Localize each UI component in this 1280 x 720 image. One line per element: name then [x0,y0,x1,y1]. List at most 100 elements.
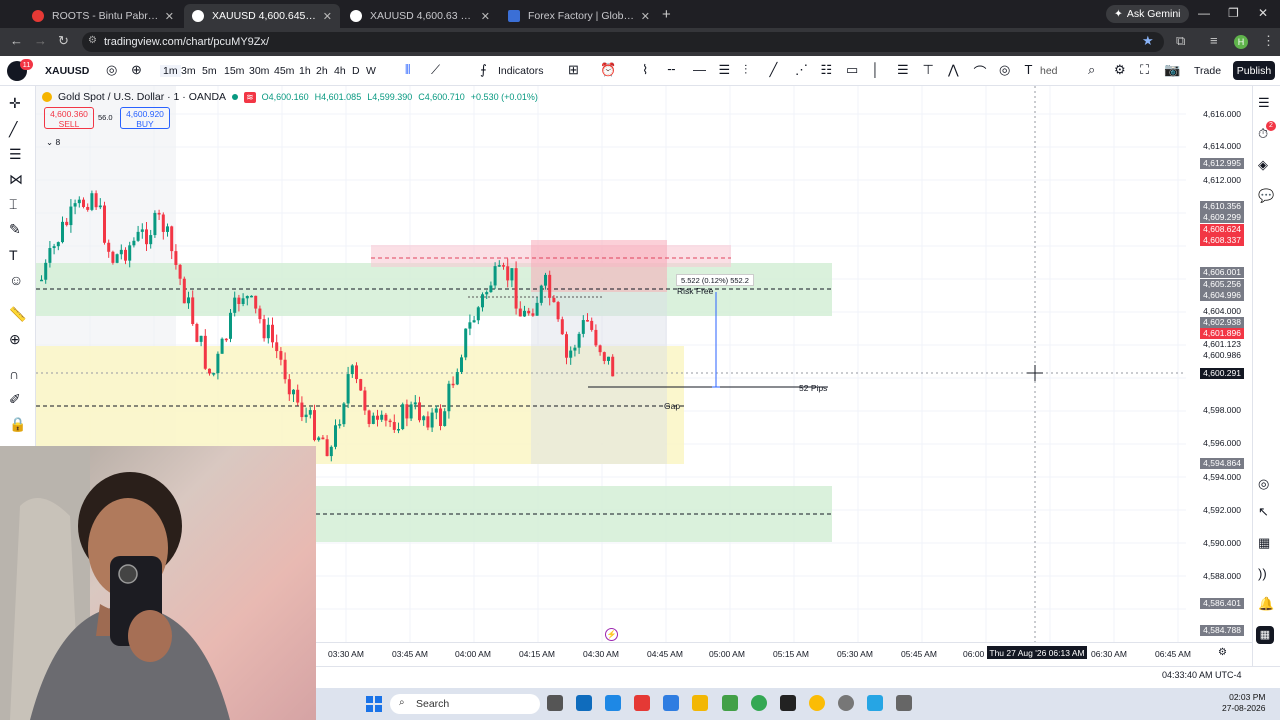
close-icon[interactable]: ✕ [481,10,490,23]
apps-grid-icon[interactable]: ▦ [1256,626,1274,644]
drawing-tool-0-icon[interactable]: ⌇ [642,62,648,78]
line-chart-icon[interactable]: ⟋ [431,62,440,78]
settings-app-icon[interactable] [838,695,854,711]
templates-icon[interactable]: ⊞ [568,62,579,78]
close-icon[interactable]: ✕ [641,10,650,23]
close-icon[interactable]: ✕ [323,10,332,23]
event-marker-icon[interactable]: ⚡ [605,628,618,641]
fullscreen-icon[interactable]: ⛶ [1140,62,1149,78]
drawing-tool-5-icon[interactable]: ╱ [770,62,778,78]
sell-button[interactable]: 4,600.360 SELL [44,107,94,129]
profile-avatar[interactable]: H [1234,35,1248,49]
ask-gemini-button[interactable]: ✦ Ask Gemini [1106,5,1189,23]
indicators-icon[interactable]: ⨍ [480,62,487,78]
drawing-tool-11-icon[interactable]: ⊤ [923,62,934,78]
price-scale[interactable] [1186,86,1252,642]
drawing-tool-6-icon[interactable]: ⋰ [795,62,808,78]
watchlist-icon[interactable]: ☰ [1258,95,1270,111]
restore-button[interactable]: ❐ [1228,6,1239,20]
compare-icon[interactable]: ◎ [106,62,117,78]
telegram-icon[interactable] [867,695,883,711]
indicator-collapse-toggle[interactable]: ⌄ 8 [46,137,60,148]
time-settings-icon[interactable]: ⚙ [1218,647,1227,658]
interval-15m[interactable]: 15m [224,65,244,77]
drawing-tool-8-icon[interactable]: ▭ [846,62,858,78]
zoom-in-tool-icon[interactable]: ⊕ [9,331,21,348]
crosshair-tool-icon[interactable]: ✛ [9,95,21,112]
drawing-tool-4-icon[interactable]: ⫶ [744,62,747,78]
drawing-tool-15-icon[interactable]: T [1025,62,1033,77]
browser-menu-icon[interactable]: ⋮ [1262,33,1275,49]
back-icon[interactable]: ← [10,33,23,48]
buy-button[interactable]: 4,600.920 BUY [120,107,170,129]
settings-icon[interactable]: ⚙ [1114,62,1126,78]
drawing-tool-14-icon[interactable]: ◎ [999,62,1010,78]
target-icon[interactable]: ◎ [1258,476,1269,492]
interval-45m[interactable]: 45m [274,65,294,77]
interval-D[interactable]: D [352,65,360,77]
drawing-tool-9-icon[interactable]: │ [872,62,880,77]
emoji-tool-icon[interactable]: ☺ [9,272,23,288]
bookmark-star-icon[interactable]: ★ [1142,33,1154,49]
app-l-icon[interactable] [634,695,650,711]
cursor-icon[interactable]: ↖ [1258,504,1269,520]
text-tool-icon[interactable]: T [9,247,18,263]
chat-icon[interactable]: 💬 [1258,188,1274,204]
candles-icon[interactable]: ⫴ [405,62,410,78]
windows-start-icon[interactable] [366,696,382,712]
chrome-profile-icon[interactable] [809,695,825,711]
interval-3m[interactable]: 3m [181,65,196,77]
broadcast-icon[interactable]: )) [1258,566,1267,581]
projection-tool-icon[interactable]: ⌶ [9,196,17,213]
pattern-tool-icon[interactable]: ⋈ [9,171,23,188]
app-a-icon[interactable] [663,695,679,711]
browser-tab-xauusd[interactable]: XAUUSD 4,600.63 ▲ +0.13% U✕ [342,4,498,28]
alert-icon[interactable]: ⏰ [600,62,616,78]
store-icon[interactable] [605,695,621,711]
browser-tab-forexfactory[interactable]: Forex Factory | Global markets✕ [500,4,658,28]
layers-icon[interactable]: ◈ [1258,157,1268,173]
drawing-tool-13-icon[interactable]: ⌒ [974,62,987,81]
add-symbol-icon[interactable]: ⊕ [131,62,142,78]
drawing-tool-3-icon[interactable]: ☰ [719,62,731,78]
interval-1h[interactable]: 1h [299,65,311,77]
publish-button[interactable]: Publish [1233,61,1275,80]
taskbar-search[interactable]: ⌕ Search [390,694,540,714]
gear-app-icon[interactable] [896,695,912,711]
interval-W[interactable]: W [366,65,376,77]
interval-4h[interactable]: 4h [334,65,346,77]
bell-icon[interactable]: 🔔 [1258,596,1274,612]
minimize-button[interactable]: — [1198,6,1210,20]
task-view-icon[interactable] [547,695,563,711]
tradingview-app-icon[interactable] [780,695,796,711]
ruler-tool-icon[interactable]: 📏 [9,306,26,323]
chrome-icon[interactable] [751,695,767,711]
close-icon[interactable]: ✕ [165,10,174,23]
lock-drawing-icon[interactable]: ✐ [9,391,21,408]
url-field[interactable]: ⚙ tradingview.com/chart/pcuMY9Zx/ [82,32,1164,52]
browser-tab-roots[interactable]: ROOTS - Bintu Pabra & KP Kun✕ [24,4,182,28]
magnet-tool-icon[interactable]: ∩ [9,366,19,382]
forward-icon[interactable]: → [34,33,47,48]
site-info-icon[interactable]: ⚙ [88,35,97,46]
zoom-icon[interactable]: ⌕ [1088,62,1095,78]
interval-5m[interactable]: 5m [202,65,217,77]
window-close-button[interactable]: ✕ [1258,6,1268,20]
outlook-icon[interactable] [576,695,592,711]
fib-tool-icon[interactable]: ☰ [9,146,22,163]
reading-list-icon[interactable]: ≡ [1210,33,1218,48]
file-explorer-icon[interactable] [692,695,708,711]
trade-button[interactable]: Trade [1194,65,1221,77]
symbol-search[interactable]: XAUUSD [45,65,89,77]
trendline-tool-icon[interactable]: ╱ [9,121,17,138]
indicators-button[interactable]: Indicators [498,65,544,77]
drawing-tool-12-icon[interactable]: ⋀ [948,62,959,78]
calendar-icon[interactable]: ▦ [1258,535,1270,551]
new-tab-button[interactable]: + [662,6,671,23]
brush-tool-icon[interactable]: ✎ [9,221,21,238]
drawing-tool-1-icon[interactable]: ╌ [668,62,676,78]
extensions-icon[interactable]: ⧉ [1176,33,1185,49]
browser-tab-xauusd-active[interactable]: XAUUSD 4,600.645 ▲ +0.13% U✕ [184,4,340,28]
lock-icon[interactable]: 🔒 [9,416,26,433]
interval-1m[interactable]: 1m [160,65,181,77]
